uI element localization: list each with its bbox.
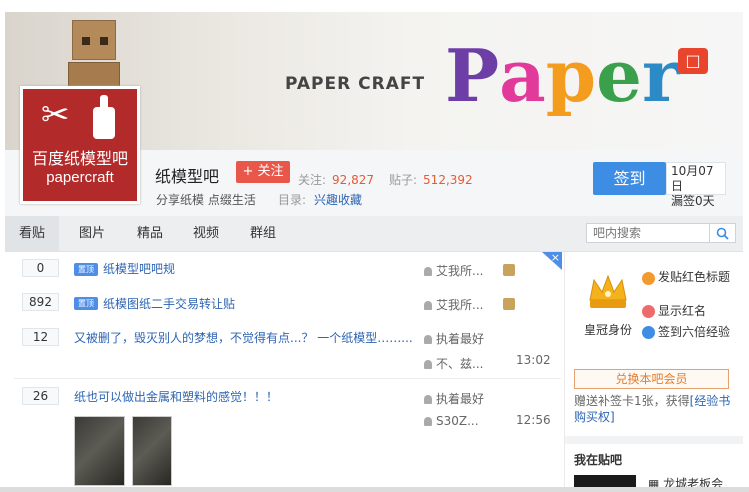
thread-title[interactable]: 又被删了，毁灭别人的梦想，不觉得有点...？ 一个纸模型……... bbox=[74, 329, 413, 346]
glue-bottle-icon bbox=[93, 95, 115, 139]
reply-count: 892 bbox=[22, 293, 59, 311]
reply-count: 12 bbox=[22, 328, 59, 346]
sign-in-missed: 漏签0天 bbox=[671, 194, 715, 208]
reply-count: 0 bbox=[22, 259, 59, 277]
tab-videos[interactable]: 视频 bbox=[181, 216, 231, 252]
thread-title[interactable]: 纸模图纸二手交易转让贴 bbox=[103, 295, 235, 312]
redeem-membership-button[interactable]: 兑换本吧会员 bbox=[574, 369, 729, 389]
forum-name[interactable]: 纸模型吧 bbox=[155, 163, 219, 187]
paper-letter: a bbox=[499, 33, 546, 118]
posts-count: 512,392 bbox=[423, 173, 473, 187]
user-icon bbox=[424, 301, 432, 310]
sign-in-info: 10月07日 漏签0天 bbox=[666, 162, 726, 208]
thread-author[interactable]: 艾我所... bbox=[424, 262, 483, 279]
reply-time: 13:02 bbox=[516, 353, 551, 367]
author-name: 艾我所... bbox=[436, 264, 484, 278]
forum-search-input[interactable] bbox=[586, 223, 710, 243]
tab-images[interactable]: 图片 bbox=[67, 216, 117, 252]
membership-note-text: 赠送补签卡1张，获得 bbox=[574, 394, 690, 408]
author-name: 艾我所... bbox=[436, 298, 484, 312]
tieba-forum-page: PAPER CRAFT Paper □ ✂ 百度纸模型吧 papercraft … bbox=[0, 0, 749, 492]
paper-logo-text: Paper bbox=[445, 40, 680, 112]
medal-icon bbox=[503, 298, 515, 310]
catalog-label: 目录: bbox=[278, 193, 307, 207]
posts-stat: 贴子: 512,392 bbox=[389, 171, 473, 188]
membership-note: 赠送补签卡1张，获得[经验书购买权] bbox=[574, 393, 734, 425]
forum-slogan: 分享纸模 点缀生活 bbox=[156, 193, 256, 207]
last-reply-user[interactable]: S30Z... bbox=[424, 414, 479, 428]
followers-label: 关注: bbox=[298, 173, 327, 187]
crown-icon bbox=[589, 274, 627, 308]
thread-author[interactable]: 执着最好 bbox=[424, 330, 484, 347]
my-forums-title: 我在贴吧 bbox=[574, 453, 623, 467]
paper-letter: P bbox=[445, 33, 500, 118]
thread-title[interactable]: 纸模型吧吧规 bbox=[103, 260, 175, 277]
last-reply-user[interactable]: 不、兹... bbox=[424, 355, 483, 372]
logo-cn-text: 百度纸模型吧 bbox=[31, 149, 128, 168]
paper-letter: r bbox=[641, 33, 680, 118]
pinned-badge: 置顶 bbox=[74, 263, 98, 276]
reply-icon bbox=[424, 417, 432, 426]
paper-letter: p bbox=[545, 33, 597, 118]
thread-divider bbox=[14, 378, 561, 379]
forum-catalog: 目录: 兴趣收藏 bbox=[278, 191, 362, 208]
tab-posts[interactable]: 看贴 bbox=[5, 216, 59, 252]
close-icon[interactable]: × bbox=[542, 252, 562, 270]
sidebar-section-gap bbox=[565, 436, 743, 444]
thread-thumbnail[interactable] bbox=[132, 416, 172, 486]
privilege-item: 显示红名 bbox=[658, 304, 707, 318]
user-icon bbox=[424, 395, 432, 404]
pinned-badge: 置顶 bbox=[74, 297, 98, 310]
last-reply-name: S30Z... bbox=[436, 414, 479, 428]
follow-button[interactable]: + 关注 bbox=[236, 161, 290, 183]
crown-label: 皇冠身份 bbox=[584, 323, 633, 337]
followers-stat: 关注: 92,827 bbox=[298, 171, 374, 188]
user-icon bbox=[424, 267, 432, 276]
thread-title[interactable]: 纸也可以做出金属和塑料的感觉！！！ bbox=[74, 388, 278, 405]
reply-count: 26 bbox=[22, 387, 59, 405]
search-button[interactable] bbox=[710, 223, 736, 243]
scissors-icon: ✂ bbox=[41, 95, 70, 135]
thread-author[interactable]: 艾我所... bbox=[424, 296, 483, 313]
author-name: 执着最好 bbox=[436, 332, 485, 346]
author-name: 执着最好 bbox=[436, 392, 485, 406]
sidebar-separator bbox=[564, 252, 565, 492]
banner-title: PAPER CRAFT bbox=[285, 74, 426, 94]
paper-letter: e bbox=[596, 33, 642, 118]
sign-in-button[interactable]: 签到 bbox=[593, 162, 666, 195]
catalog-link[interactable]: 兴趣收藏 bbox=[314, 193, 362, 207]
privilege-item: 发贴红色标题 bbox=[658, 270, 731, 284]
gift-icon[interactable]: □ bbox=[678, 48, 708, 74]
followers-count: 92,827 bbox=[332, 173, 375, 187]
logo-en-text: papercraft bbox=[46, 169, 114, 186]
tab-groups[interactable]: 群组 bbox=[238, 216, 288, 252]
forum-logo: ✂ 百度纸模型吧 papercraft bbox=[20, 86, 140, 204]
sign-in-date: 10月07日 bbox=[671, 164, 714, 193]
posts-label: 贴子: bbox=[389, 173, 418, 187]
thread-author[interactable]: 执着最好 bbox=[424, 390, 484, 407]
user-icon bbox=[424, 335, 432, 344]
tab-featured[interactable]: 精品 bbox=[125, 216, 175, 252]
privilege-item: 签到六倍经验 bbox=[658, 325, 731, 339]
reply-icon bbox=[424, 360, 432, 369]
reply-time: 12:56 bbox=[516, 413, 551, 427]
last-reply-name: 不、兹... bbox=[436, 357, 484, 371]
search-icon bbox=[716, 227, 729, 240]
medal-icon bbox=[503, 264, 515, 276]
thread-thumbnail[interactable] bbox=[74, 416, 125, 486]
horizontal-scrollbar[interactable] bbox=[0, 487, 749, 492]
